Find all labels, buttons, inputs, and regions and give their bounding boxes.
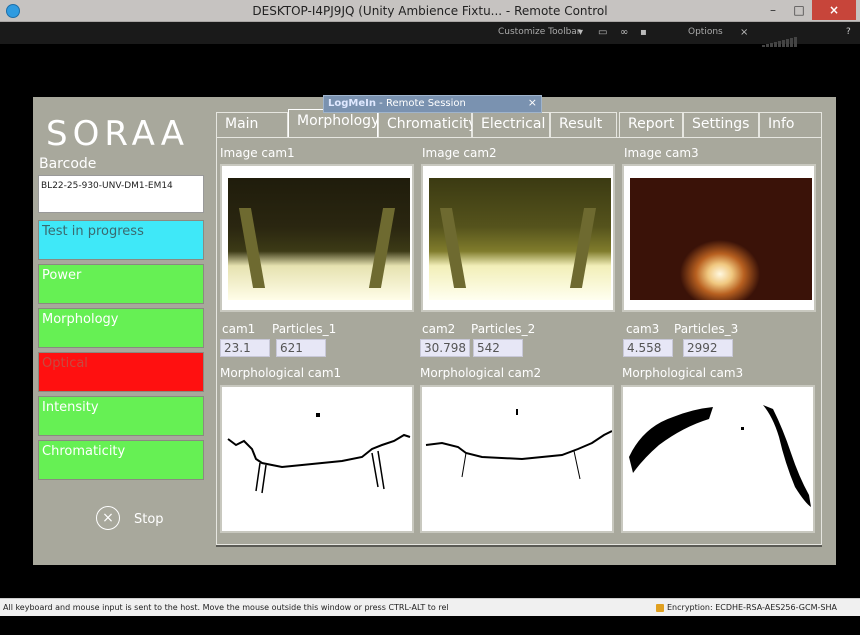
image-cam3 [622,164,816,312]
status-intensity: Intensity [38,396,204,436]
tab-morphology[interactable]: Morphology [288,109,379,138]
image-cam3-label: Image cam3 [624,146,699,160]
morph-cam3-label: Morphological cam3 [622,366,744,380]
close-circle-icon: × [96,506,120,530]
minimize-button[interactable]: – [760,0,786,20]
status-optical: Optical [38,352,204,392]
close-icon[interactable]: × [528,96,537,109]
chevron-down-icon[interactable]: ▾ [578,27,583,38]
tab-electrical[interactable]: Electrical [472,112,550,137]
soraa-logo: SORAA [46,114,190,154]
image-cam2 [421,164,615,312]
status-power: Power [38,264,204,304]
particles-3-label: Particles_3 [674,322,739,336]
stop-label: Stop [134,512,164,527]
title-bar: DESKTOP-I4PJ9JQ (Unity Ambience Fixtu...… [0,0,860,22]
tab-info[interactable]: Info [759,112,822,137]
network-icon[interactable]: ▪ [640,27,647,38]
logmein-brand: LogMeIn [328,98,376,109]
cam2-label: cam2 [422,322,456,336]
tab-result[interactable]: Result [550,112,617,137]
encryption-text: Encryption: ECDHE-RSA-AES256-GCM-SHA [667,603,837,612]
barcode-input[interactable]: BL22-25-930-UNV-DM1-EM14 [38,175,204,213]
status-test-in-progress: Test in progress [38,220,204,260]
morph-image-cam1 [220,385,414,533]
image-cam1-label: Image cam1 [220,146,295,160]
encryption-status: Encryption: ECDHE-RSA-AES256-GCM-SHA [656,603,837,612]
particles-1-value: 621 [276,339,326,357]
particles-1-label: Particles_1 [272,322,337,336]
cam2-value: 30.798 [420,339,470,357]
particles-3-value: 2992 [683,339,733,357]
signal-strength-icon [762,28,802,47]
customize-toolbar-button[interactable]: Customize Toolbar [498,27,581,37]
window-title: DESKTOP-I4PJ9JQ (Unity Ambience Fixtu...… [252,4,608,18]
cam1-label: cam1 [222,322,256,336]
tab-report[interactable]: Report [619,112,683,137]
status-bar: All keyboard and mouse input is sent to … [0,598,860,616]
session-text: - Remote Session [375,98,466,109]
maximize-button[interactable]: □ [786,0,812,20]
barcode-label: Barcode [39,156,97,172]
lock-icon [656,603,664,612]
close-button[interactable]: × [812,0,856,20]
tab-settings[interactable]: Settings [683,112,759,137]
link-icon[interactable]: ∞ [620,27,628,38]
status-morphology: Morphology [38,308,204,348]
cam1-value: 23.1 [220,339,270,357]
particles-2-label: Particles_2 [471,322,536,336]
help-button[interactable]: ? [846,27,851,37]
window-icon[interactable]: ▭ [598,27,607,38]
panel-shadow [216,545,822,547]
logmein-session-banner: LogMeIn - Remote Session × [323,95,542,113]
morph-cam2-label: Morphological cam2 [420,366,542,380]
cam3-value: 4.558 [623,339,673,357]
particles-2-value: 542 [473,339,523,357]
morph-image-cam2 [420,385,614,533]
morph-image-cam3 [621,385,815,533]
status-chromaticity: Chromaticity [38,440,204,480]
image-cam2-label: Image cam2 [422,146,497,160]
morph-cam1-label: Morphological cam1 [220,366,342,380]
image-cam1 [220,164,414,312]
tab-main[interactable]: Main [216,112,288,137]
tab-chromaticity[interactable]: Chromaticity [378,112,477,137]
mute-icon[interactable]: × [740,27,748,38]
input-status-text: All keyboard and mouse input is sent to … [3,603,449,612]
remote-toolbar: Customize Toolbar ▾ ▭ ∞ ▪ Options × ? [0,22,860,47]
options-button[interactable]: Options [688,27,723,37]
cam3-label: cam3 [626,322,660,336]
